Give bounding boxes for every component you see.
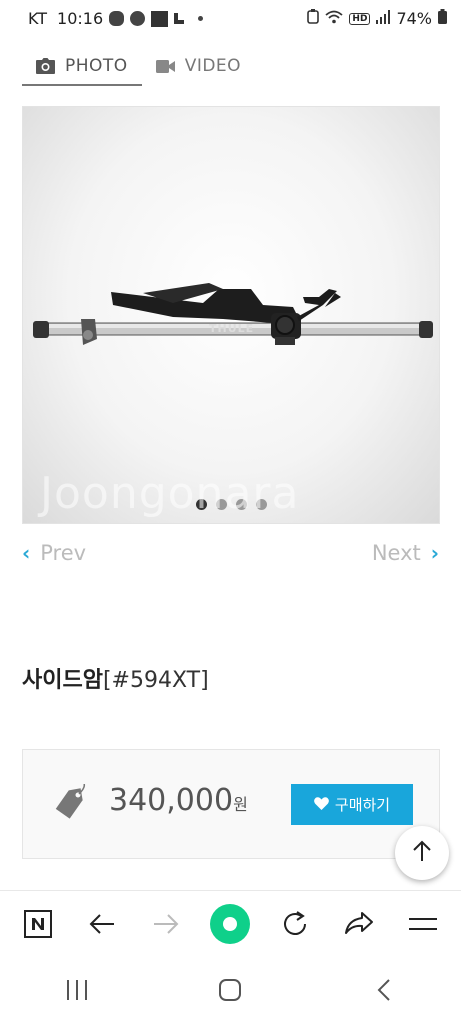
menu-icon xyxy=(408,915,438,937)
refresh-button[interactable] xyxy=(271,902,319,950)
heart-icon xyxy=(314,796,329,814)
tab-video-label: VIDEO xyxy=(184,56,242,76)
alarm-icon xyxy=(307,9,320,28)
recent-apps-icon xyxy=(65,979,89,1005)
product-title: 사이드암[#594XT] xyxy=(22,662,209,694)
home-button[interactable] xyxy=(206,968,254,1016)
bike-rack-image xyxy=(33,283,433,345)
chevron-right-icon: › xyxy=(430,541,439,565)
tab-photo-label: PHOTO xyxy=(65,56,128,76)
status-right: HD 74% xyxy=(307,9,447,28)
more-notifications-dot xyxy=(198,16,204,21)
prev-label: Prev xyxy=(40,541,87,565)
status-left: KT 10:16 xyxy=(28,9,204,28)
prev-link[interactable]: ‹ Prev xyxy=(22,541,86,565)
buy-button[interactable]: 구매하기 xyxy=(291,784,413,825)
back-nav-button[interactable] xyxy=(360,968,408,1016)
status-bar: KT 10:16 HD 74% xyxy=(0,0,461,38)
menu-button[interactable] xyxy=(399,902,447,950)
hd-icon: HD xyxy=(349,12,371,25)
price: 340,000원 xyxy=(109,783,248,818)
refresh-icon xyxy=(281,910,309,942)
share-icon xyxy=(344,911,374,941)
next-label: Next xyxy=(371,541,421,565)
currency: 원 xyxy=(233,795,248,814)
tab-video[interactable]: VIDEO xyxy=(142,48,255,84)
signal-icon xyxy=(376,9,391,28)
next-link[interactable]: Next › xyxy=(372,541,439,565)
watermark: Joongonara xyxy=(40,468,300,519)
buy-label: 구매하기 xyxy=(334,796,391,814)
forward-arrow-icon xyxy=(153,913,179,939)
product-name: 사이드암 xyxy=(22,668,103,693)
wifi-icon xyxy=(325,9,344,28)
naver-home-button[interactable] xyxy=(14,902,62,950)
notification-icon xyxy=(174,13,185,24)
forward-button[interactable] xyxy=(142,902,190,950)
c-icon xyxy=(130,11,146,26)
back-arrow-icon xyxy=(89,913,115,939)
vpn-icon xyxy=(151,10,169,27)
green-dot-button[interactable] xyxy=(206,902,254,950)
arrow-up-icon xyxy=(412,840,432,866)
tab-photo[interactable]: PHOTO xyxy=(22,48,142,86)
price-value: 340,000 xyxy=(109,783,234,818)
green-dot-icon xyxy=(209,903,251,949)
carrier-label: KT xyxy=(28,9,48,28)
camera-icon xyxy=(36,58,55,74)
divider xyxy=(0,890,461,891)
battery-percent: 74% xyxy=(396,9,432,28)
price-tag-icon xyxy=(53,781,91,826)
share-button[interactable] xyxy=(335,902,383,950)
brand-label: THULE xyxy=(209,322,255,335)
browser-toolbar xyxy=(0,893,461,959)
battery-icon xyxy=(438,9,447,28)
back-icon xyxy=(377,978,391,1006)
product-code: [#594XT] xyxy=(102,668,209,693)
naver-home-icon xyxy=(24,910,53,942)
product-photo[interactable]: THULE xyxy=(22,106,440,524)
media-tabs: PHOTO VIDEO xyxy=(22,48,255,86)
recent-apps-button[interactable] xyxy=(53,968,101,1016)
talk-icon xyxy=(109,11,125,26)
scroll-top-button[interactable] xyxy=(395,826,449,880)
android-nav-bar xyxy=(0,960,461,1024)
back-button[interactable] xyxy=(78,902,126,950)
home-icon xyxy=(219,979,242,1005)
price-box: 340,000원 구매하기 xyxy=(22,749,440,859)
chevron-left-icon: ‹ xyxy=(22,541,31,565)
video-camera-icon xyxy=(155,59,175,73)
clock: 10:16 xyxy=(57,9,104,28)
